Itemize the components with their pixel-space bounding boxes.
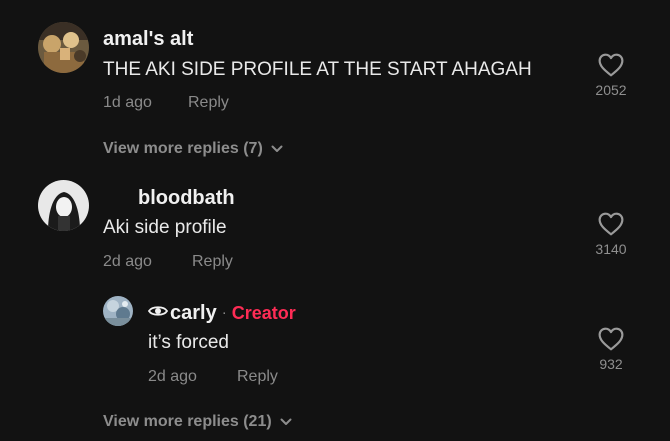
heart-icon[interactable] (598, 53, 624, 77)
chevron-down-icon (271, 145, 283, 152)
comment-text: it’s forced (148, 332, 229, 353)
chevron-down-icon (280, 418, 292, 425)
view-more-label: View more replies (7) (103, 140, 263, 157)
reply-button[interactable]: Reply (188, 94, 229, 112)
view-more-replies-button[interactable]: View more replies (21) (103, 413, 292, 431)
comments-panel: amal's alt THE AKI SIDE PROFILE AT THE S… (0, 0, 670, 441)
comment-text: Aki side profile (103, 217, 227, 238)
comment-timestamp: 2d ago (103, 253, 152, 270)
eye-icon (148, 306, 168, 316)
avatar[interactable] (38, 180, 89, 231)
comment-timestamp: 2d ago (148, 368, 197, 385)
username[interactable]: bloodbath (138, 187, 235, 210)
like-count: 2052 (595, 82, 627, 98)
heart-icon[interactable] (598, 327, 624, 351)
separator-dot: · (221, 304, 227, 321)
like-count: 932 (599, 356, 623, 372)
username[interactable]: carly (170, 302, 217, 324)
view-more-label: View more replies (21) (103, 413, 272, 430)
creator-badge: Creator (231, 303, 296, 323)
like-count: 3140 (595, 241, 627, 257)
avatar[interactable] (38, 22, 89, 73)
username[interactable]: amal's alt (103, 28, 193, 51)
comment-text: THE AKI SIDE PROFILE AT THE START AHAGAH (103, 59, 532, 80)
reply-username-row: carly · Creator (148, 302, 296, 325)
avatar[interactable] (103, 296, 133, 326)
reply-button[interactable]: Reply (192, 253, 233, 271)
reply-button[interactable]: Reply (237, 368, 278, 386)
heart-icon[interactable] (598, 212, 624, 236)
comment-timestamp: 1d ago (103, 94, 152, 111)
like-group: 3140 (586, 212, 636, 257)
like-group: 2052 (586, 53, 636, 98)
view-more-replies-button[interactable]: View more replies (7) (103, 140, 283, 158)
like-group: 932 (586, 327, 636, 372)
